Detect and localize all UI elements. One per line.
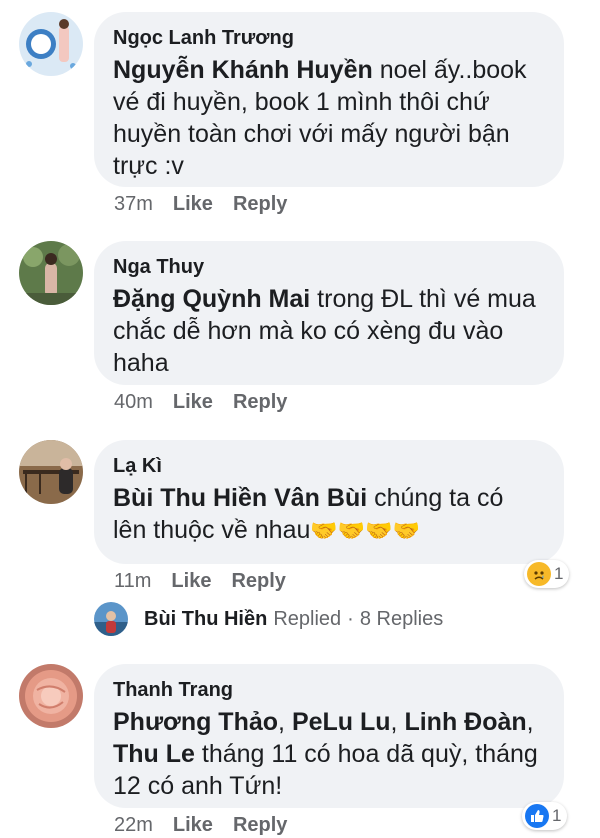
comment-text: Phương Thảo, PeLu Lu, Linh Đoàn, Thu Le … [113, 706, 542, 802]
handshake-emoji: 🤝🤝🤝🤝 [310, 518, 420, 543]
reply-button[interactable]: Reply [233, 814, 287, 836]
separator: , [278, 708, 292, 736]
mention[interactable]: Linh Đoàn [404, 708, 526, 736]
comment-author[interactable]: Thanh Trang [113, 678, 542, 702]
reaction-count[interactable]: 1 [524, 560, 570, 588]
timestamp: 40m [114, 391, 153, 413]
comment-bubble: Ngọc Lanh Trương Nguyễn Khánh Huyền noel… [94, 12, 564, 187]
like-button[interactable]: Like [173, 193, 213, 215]
timestamp: 22m [114, 814, 153, 836]
mention[interactable]: PeLu Lu [292, 708, 391, 736]
replied-label: Replied [273, 607, 342, 630]
comment-meta: 40m Like Reply [114, 389, 307, 415]
separator: · [347, 607, 354, 630]
like-button[interactable]: Like [173, 814, 213, 836]
reply-button[interactable]: Reply [231, 570, 285, 592]
avatar[interactable] [19, 440, 83, 504]
avatar[interactable] [19, 664, 83, 728]
reply-count: 8 Replies [359, 607, 444, 630]
mention[interactable]: Đặng Quỳnh Mai [113, 285, 310, 313]
sad-icon [527, 562, 551, 586]
comment-text: Bùi Thu Hiền Vân Bùi chúng ta có lên thu… [113, 482, 542, 547]
mention[interactable]: Phương Thảo [113, 708, 278, 736]
reaction-number: 1 [554, 564, 564, 583]
thumbs-up-icon [525, 804, 549, 828]
comment-text: Đặng Quỳnh Mai trong ĐL thì vé mua chắc … [113, 283, 542, 379]
timestamp: 37m [114, 193, 153, 215]
timestamp: 11m [114, 570, 152, 592]
separator: , [390, 708, 405, 736]
like-button[interactable]: Like [171, 570, 211, 592]
reply-button[interactable]: Reply [233, 391, 287, 413]
separator: , [526, 708, 534, 736]
avatar[interactable] [19, 12, 83, 76]
reaction-number: 1 [552, 806, 562, 825]
comment-bubble: Lạ Kì Bùi Thu Hiền Vân Bùi chúng ta có l… [94, 440, 564, 564]
comment-author[interactable]: Lạ Kì [113, 454, 542, 478]
comment-meta: 37m Like Reply [114, 191, 307, 217]
view-replies[interactable]: Bùi Thu Hiền Replied · 8 Replies [94, 601, 443, 637]
comment-text: Nguyễn Khánh Huyền noel ấy..book vé đi h… [113, 54, 542, 182]
comment-meta: 22m Like Reply [114, 812, 307, 838]
comment-meta: 11m Like Reply [114, 568, 306, 594]
mention[interactable]: Bùi Thu Hiền Vân Bùi [113, 484, 367, 512]
comment-bubble: Thanh Trang Phương Thảo, PeLu Lu, Linh Đ… [94, 664, 564, 808]
avatar[interactable] [19, 241, 83, 305]
comment-bubble: Nga Thuy Đặng Quỳnh Mai trong ĐL thì vé … [94, 241, 564, 385]
mention[interactable]: Nguyễn Khánh Huyền [113, 56, 373, 84]
comment-author[interactable]: Nga Thuy [113, 255, 542, 279]
comment-author[interactable]: Ngọc Lanh Trương [113, 26, 542, 50]
reply-button[interactable]: Reply [233, 193, 287, 215]
reply-author: Bùi Thu Hiền [144, 607, 268, 630]
mention[interactable]: Thu Le [113, 740, 195, 768]
reply-avatar [94, 602, 128, 636]
reaction-count[interactable]: 1 [522, 802, 568, 830]
like-button[interactable]: Like [173, 391, 213, 413]
